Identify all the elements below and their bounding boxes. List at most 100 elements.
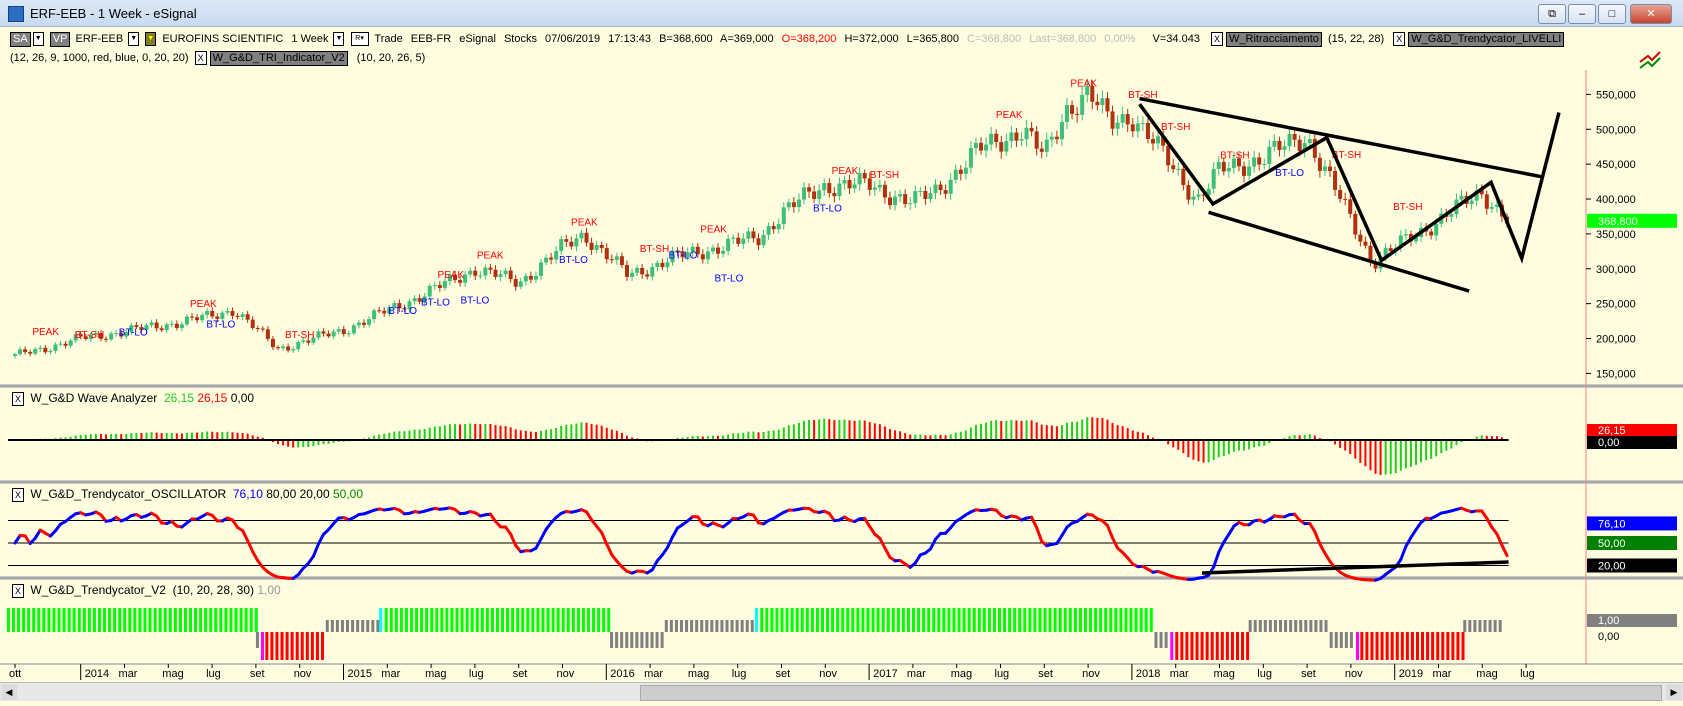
candle-down bbox=[1358, 234, 1363, 242]
v2-bar-green bbox=[886, 608, 890, 632]
candle-up bbox=[1469, 200, 1474, 205]
candle-down bbox=[513, 279, 518, 287]
remove-ind3-button[interactable]: X bbox=[194, 51, 207, 65]
v2-bar-green bbox=[445, 608, 449, 632]
candle-up bbox=[533, 275, 538, 280]
candle-up bbox=[731, 237, 736, 239]
v2-bar-green bbox=[607, 608, 611, 632]
v2-bar-green bbox=[168, 608, 172, 632]
signal-label-peak: PEAK bbox=[190, 299, 217, 310]
candle-down bbox=[326, 333, 331, 337]
candle-up bbox=[721, 250, 726, 254]
v2-bar-green bbox=[62, 608, 66, 632]
scroll-thumb[interactable] bbox=[640, 685, 1662, 701]
horizontal-scrollbar[interactable]: ◀ ▶ bbox=[0, 682, 1683, 701]
scroll-left-button[interactable]: ◀ bbox=[1, 684, 17, 700]
candle-down bbox=[604, 248, 609, 260]
indicator-livelli[interactable]: W_G&D_Trendycator_LIVELLI bbox=[1408, 32, 1565, 47]
v2-bar-green bbox=[815, 608, 819, 632]
candle-up bbox=[336, 329, 341, 332]
symbol[interactable]: ERF-EEB bbox=[76, 33, 124, 45]
candle-down bbox=[999, 142, 1004, 152]
candle-down bbox=[361, 322, 366, 325]
link-icon[interactable]: ▼ bbox=[145, 32, 157, 47]
v2-bar-green bbox=[123, 608, 127, 632]
candle-up bbox=[184, 316, 189, 325]
candle-down bbox=[104, 338, 109, 340]
v2-bar-green bbox=[561, 608, 565, 632]
v2-bar-green bbox=[501, 608, 505, 632]
candle-up bbox=[898, 194, 903, 197]
signal-label-bt-lo: BT-LO bbox=[388, 306, 417, 317]
time-tick-label: set bbox=[1301, 668, 1316, 680]
candle-up bbox=[13, 354, 17, 356]
scroll-right-button[interactable]: ▶ bbox=[1666, 684, 1682, 700]
candle-down bbox=[1181, 168, 1186, 186]
candle-down bbox=[1353, 213, 1358, 235]
vp-button[interactable]: VP bbox=[49, 32, 71, 47]
candle-down bbox=[306, 340, 311, 343]
time: 17:13:43 bbox=[608, 33, 651, 45]
indicator-tri[interactable]: W_G&D_TRI_Indicator_V2 bbox=[209, 51, 348, 66]
v2-bar-green bbox=[108, 608, 112, 632]
signal-label-bt-lo: BT-LO bbox=[813, 204, 842, 215]
candle-up bbox=[635, 267, 640, 273]
candle-down bbox=[235, 315, 240, 317]
remove-ind1-button[interactable]: X bbox=[1211, 32, 1224, 46]
indicator-toggle-icon[interactable] bbox=[1639, 51, 1661, 69]
v2-bar-green bbox=[199, 608, 203, 632]
candle-down bbox=[660, 262, 665, 268]
v2-bar-green bbox=[148, 608, 152, 632]
remove-wave-button[interactable]: X bbox=[12, 392, 24, 406]
v2-bar-green bbox=[450, 608, 454, 632]
v2-bar-green bbox=[420, 608, 424, 632]
candle-up bbox=[1459, 195, 1464, 200]
candle-down bbox=[584, 232, 589, 243]
v2-bar-green bbox=[1099, 608, 1103, 632]
candle-up bbox=[1196, 194, 1201, 197]
v2-bar-graydown bbox=[650, 632, 654, 648]
candle-up bbox=[1080, 94, 1085, 115]
candle-down bbox=[1363, 241, 1368, 246]
candle-up bbox=[1044, 139, 1049, 152]
remove-v2-button[interactable]: X bbox=[12, 584, 24, 598]
v2-bar-green bbox=[780, 608, 784, 632]
type: Stocks bbox=[503, 33, 537, 45]
chart-area[interactable]: PEAK BT-SH BT-LOPEAKBT-LOBT-SHBT-LOBT-LOPE… bbox=[0, 0, 1683, 682]
time-tick-label: lug bbox=[1257, 668, 1272, 680]
osc-segment bbox=[1485, 516, 1494, 529]
time-tick-label: lug bbox=[732, 668, 747, 680]
v2-bar-green bbox=[1018, 608, 1022, 632]
v2-bar-green bbox=[942, 608, 946, 632]
v2-bar-green bbox=[1003, 608, 1007, 632]
symbol-dropdown[interactable]: ▼ bbox=[128, 32, 140, 47]
v2-bar-graydown bbox=[645, 632, 649, 648]
change: 0,00% bbox=[1104, 33, 1136, 45]
sa-dropdown[interactable]: ▼ bbox=[32, 32, 44, 47]
candle-up bbox=[1489, 207, 1494, 209]
v2-bar-green bbox=[6, 608, 10, 632]
v2-bar-green bbox=[531, 608, 535, 632]
candle-up bbox=[1009, 132, 1014, 142]
sa-button[interactable]: SA bbox=[10, 32, 31, 47]
osc-segment bbox=[509, 532, 518, 547]
candle-up bbox=[1262, 163, 1267, 165]
time-tick-label: mar bbox=[381, 668, 400, 680]
v2-bar-green bbox=[541, 608, 545, 632]
remove-osc-button[interactable]: X bbox=[12, 488, 24, 502]
osc-support-line bbox=[1201, 560, 1509, 575]
candle-up bbox=[225, 311, 230, 313]
v2-bar-green bbox=[415, 608, 419, 632]
v2-bar-red bbox=[270, 632, 274, 660]
v2-bar-green bbox=[435, 608, 439, 632]
remove-ind2-button[interactable]: X bbox=[1393, 32, 1406, 46]
v2-bar-red bbox=[1190, 632, 1194, 660]
v2-bar-green bbox=[521, 608, 525, 632]
v2-bar-grayup bbox=[1478, 620, 1482, 632]
r-dropdown[interactable]: R▾ bbox=[350, 32, 369, 47]
v2-bar-grayup bbox=[690, 620, 694, 632]
candle-up bbox=[1115, 122, 1120, 129]
interval-dropdown[interactable]: ▼ bbox=[333, 32, 345, 47]
candle-up bbox=[48, 350, 53, 353]
indicator-ritracciamento[interactable]: W_Ritracciamento bbox=[1226, 32, 1322, 47]
